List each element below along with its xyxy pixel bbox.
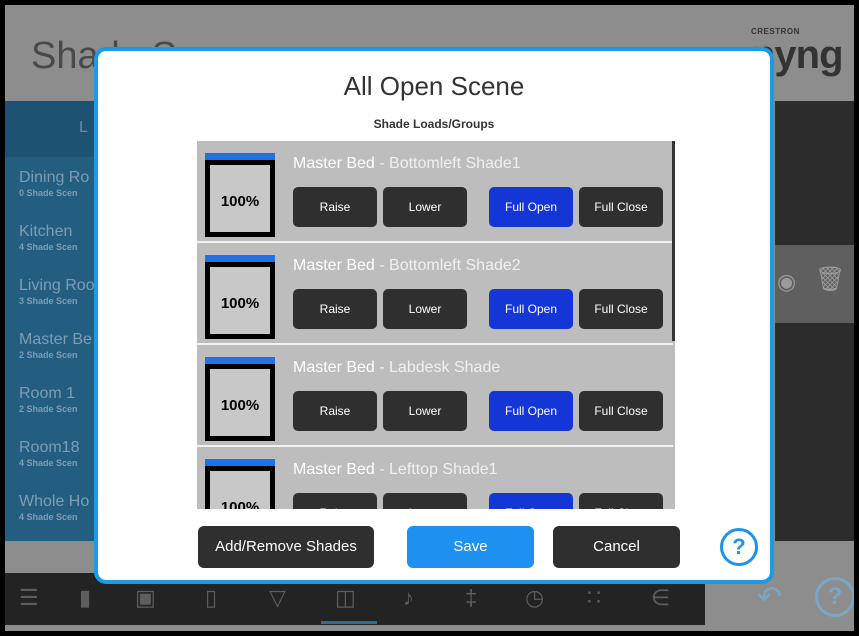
modal-subtitle: Shade Loads/Groups — [373, 117, 495, 131]
shade-name: Labdesk Shade — [389, 359, 501, 376]
shade-position-indicator: 100% — [205, 357, 275, 441]
raise-button[interactable]: Raise — [293, 391, 377, 431]
shade-separator: - — [374, 359, 390, 376]
full-close-button[interactable]: Full Close — [579, 187, 663, 227]
full-open-button[interactable]: Full Open — [489, 187, 573, 227]
full-close-button[interactable]: Full Close — [579, 493, 663, 509]
shade-room: Master Bed — [293, 155, 375, 172]
rooms-header-label: L — [79, 119, 88, 136]
shade-position-value: 100% — [220, 499, 260, 509]
scene-editor-modal: All Open Scene Shade Loads/Groups 100% M… — [94, 47, 774, 584]
full-open-button[interactable]: Full Open — [489, 391, 573, 431]
shade-position-value: 100% — [220, 193, 260, 210]
shade-title: Master Bed - Bottomleft Shade1 — [293, 155, 521, 173]
shade-icon[interactable]: ◫ — [335, 585, 356, 611]
shade-title: Master Bed - Lefttop Shade1 — [293, 461, 498, 479]
full-open-button[interactable]: Full Open — [489, 289, 573, 329]
scene-row[interactable]: ◉ 🗑 — [775, 245, 854, 323]
lower-button[interactable]: Lower — [383, 493, 467, 509]
help-icon[interactable]: ? — [815, 577, 854, 617]
grid-icon[interactable]: ∷ — [587, 585, 601, 611]
shade-top-bar — [205, 357, 275, 364]
shade-room: Master Bed — [293, 359, 375, 376]
shade-position-indicator: 100% — [205, 153, 275, 237]
trash-icon[interactable]: 🗑 — [815, 265, 845, 294]
shade-name: Bottomleft Shade1 — [389, 155, 521, 172]
raise-button[interactable]: Raise — [293, 493, 377, 509]
shade-title: Master Bed - Bottomleft Shade2 — [293, 257, 521, 275]
modal-title: All Open Scene — [343, 71, 525, 101]
thermometer-icon[interactable]: ‡ — [465, 585, 477, 611]
raise-button[interactable]: Raise — [293, 289, 377, 329]
raise-button[interactable]: Raise — [293, 187, 377, 227]
shade-list[interactable]: 100% Master Bed - Bottomleft Shade1 Rais… — [197, 141, 675, 509]
lower-button[interactable]: Lower — [383, 391, 467, 431]
sensor-icon[interactable]: ∈ — [651, 585, 670, 611]
shade-window: 100% — [210, 471, 270, 509]
lower-button[interactable]: Lower — [383, 187, 467, 227]
cancel-button[interactable]: Cancel — [553, 526, 680, 568]
door-icon[interactable]: ▮ — [79, 585, 91, 611]
shade-window: 100% — [210, 369, 270, 436]
shade-room: Master Bed — [293, 461, 375, 478]
shade-position-value: 100% — [220, 295, 260, 312]
shade-card: 100% Master Bed - Lefttop Shade1 Raise L… — [197, 447, 673, 509]
lower-button[interactable]: Lower — [383, 289, 467, 329]
shade-position-value: 100% — [220, 397, 260, 414]
shade-card: 100% Master Bed - Labdesk Shade Raise Lo… — [197, 345, 673, 447]
full-close-button[interactable]: Full Close — [579, 289, 663, 329]
shade-window: 100% — [210, 165, 270, 232]
light-icon[interactable]: ▽ — [269, 585, 286, 611]
shade-name: Lefttop Shade1 — [389, 461, 498, 478]
add-remove-shades-button[interactable]: Add/Remove Shades — [198, 526, 374, 568]
music-icon[interactable]: ♪ — [403, 585, 414, 611]
shade-room: Master Bed — [293, 257, 375, 274]
shade-top-bar — [205, 459, 275, 466]
shade-position-indicator: 100% — [205, 459, 275, 509]
shade-separator: - — [374, 461, 390, 478]
shade-separator: - — [374, 257, 390, 274]
eye-icon[interactable]: ◉ — [777, 269, 796, 295]
full-close-button[interactable]: Full Close — [579, 391, 663, 431]
menu-icon[interactable]: ☰ — [19, 585, 39, 611]
help-icon[interactable]: ? — [720, 528, 758, 566]
active-tab-indicator — [321, 621, 377, 624]
doors-icon[interactable]: ▯ — [205, 585, 217, 611]
shade-title: Master Bed - Labdesk Shade — [293, 359, 500, 377]
shade-card: 100% Master Bed - Bottomleft Shade2 Rais… — [197, 243, 673, 345]
save-button[interactable]: Save — [407, 526, 534, 568]
shade-separator: - — [374, 155, 390, 172]
full-open-button[interactable]: Full Open — [489, 493, 573, 509]
shade-top-bar — [205, 255, 275, 262]
clock-icon[interactable]: ◷ — [525, 585, 544, 611]
shade-card: 100% Master Bed - Bottomleft Shade1 Rais… — [197, 141, 673, 243]
room-icon[interactable]: ▣ — [135, 585, 156, 611]
shade-position-indicator: 100% — [205, 255, 275, 339]
shade-list-scrollbar[interactable] — [672, 141, 675, 341]
shade-window: 100% — [210, 267, 270, 334]
back-icon[interactable]: ↶ — [757, 580, 782, 615]
shade-top-bar — [205, 153, 275, 160]
shade-name: Bottomleft Shade2 — [389, 257, 521, 274]
